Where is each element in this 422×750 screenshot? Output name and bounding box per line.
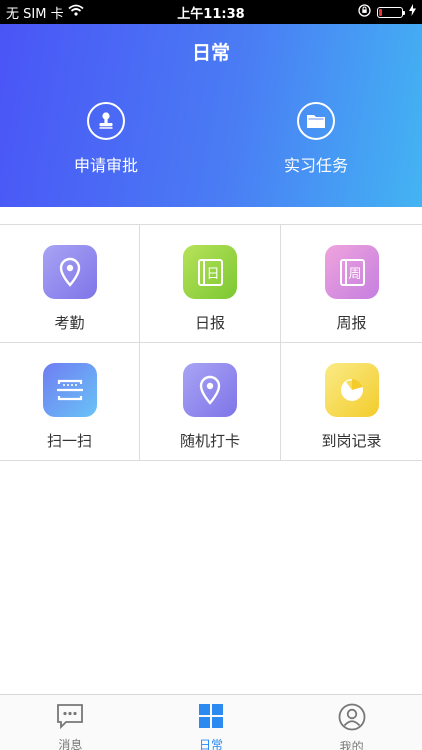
attendance-item[interactable]: 考勤 xyxy=(0,225,140,343)
weekly-report-icon: 周 xyxy=(324,245,379,299)
bottom-tab-bar: 消息 日常 我的 xyxy=(0,694,422,750)
stamp-icon xyxy=(87,102,125,140)
weekly-report-glyph: 周 xyxy=(348,267,361,282)
scan-item[interactable]: 扫一扫 xyxy=(0,343,140,461)
daily-report-icon: 日 xyxy=(183,245,237,299)
tab-profile-label: 我的 xyxy=(339,740,364,750)
function-grid: 考勤 日 日报 周 周报 扫一扫 随机打卡 到岗记录 xyxy=(0,224,422,461)
rotation-lock-icon xyxy=(358,3,371,21)
tab-daily[interactable]: 日常 xyxy=(141,695,282,750)
arrival-record-item[interactable]: 到岗记录 xyxy=(281,343,422,461)
status-bar: 无 SIM 卡 上午11:38 xyxy=(0,0,422,24)
grid-icon xyxy=(198,703,224,733)
profile-icon xyxy=(338,703,366,735)
tab-messages[interactable]: 消息 xyxy=(0,695,141,750)
battery-icon xyxy=(377,6,405,18)
internship-task-button[interactable]: 实习任务 xyxy=(236,102,396,176)
scan-icon xyxy=(42,363,97,417)
apply-approval-button[interactable]: 申请审批 xyxy=(26,102,186,176)
wifi-icon xyxy=(67,4,84,20)
location-pin-icon xyxy=(42,245,97,299)
attendance-label: 考勤 xyxy=(54,314,85,332)
tab-profile[interactable]: 我的 xyxy=(281,695,422,750)
random-checkin-label: 随机打卡 xyxy=(179,432,240,450)
daily-report-label: 日报 xyxy=(194,314,225,332)
arrival-record-label: 到岗记录 xyxy=(321,432,382,450)
weekly-report-label: 周报 xyxy=(336,314,367,332)
tab-messages-label: 消息 xyxy=(58,738,83,750)
scan-label: 扫一扫 xyxy=(46,432,92,450)
internship-task-label: 实习任务 xyxy=(283,156,348,175)
weekly-report-item[interactable]: 周 周报 xyxy=(281,225,422,343)
carrier-text: 无 SIM 卡 xyxy=(6,6,64,22)
folder-icon xyxy=(297,102,335,140)
message-icon xyxy=(56,703,84,733)
header-banner: 日常 申请审批 实习任务 xyxy=(0,24,422,207)
pie-chart-icon xyxy=(324,363,379,417)
charging-bolt-icon xyxy=(409,4,416,20)
location-pin-icon xyxy=(183,363,237,417)
daily-report-item[interactable]: 日 日报 xyxy=(140,225,281,343)
tab-daily-label: 日常 xyxy=(199,738,224,750)
page-title: 日常 xyxy=(191,42,230,64)
apply-approval-label: 申请审批 xyxy=(73,156,138,175)
daily-report-glyph: 日 xyxy=(206,267,219,282)
random-checkin-item[interactable]: 随机打卡 xyxy=(140,343,281,461)
